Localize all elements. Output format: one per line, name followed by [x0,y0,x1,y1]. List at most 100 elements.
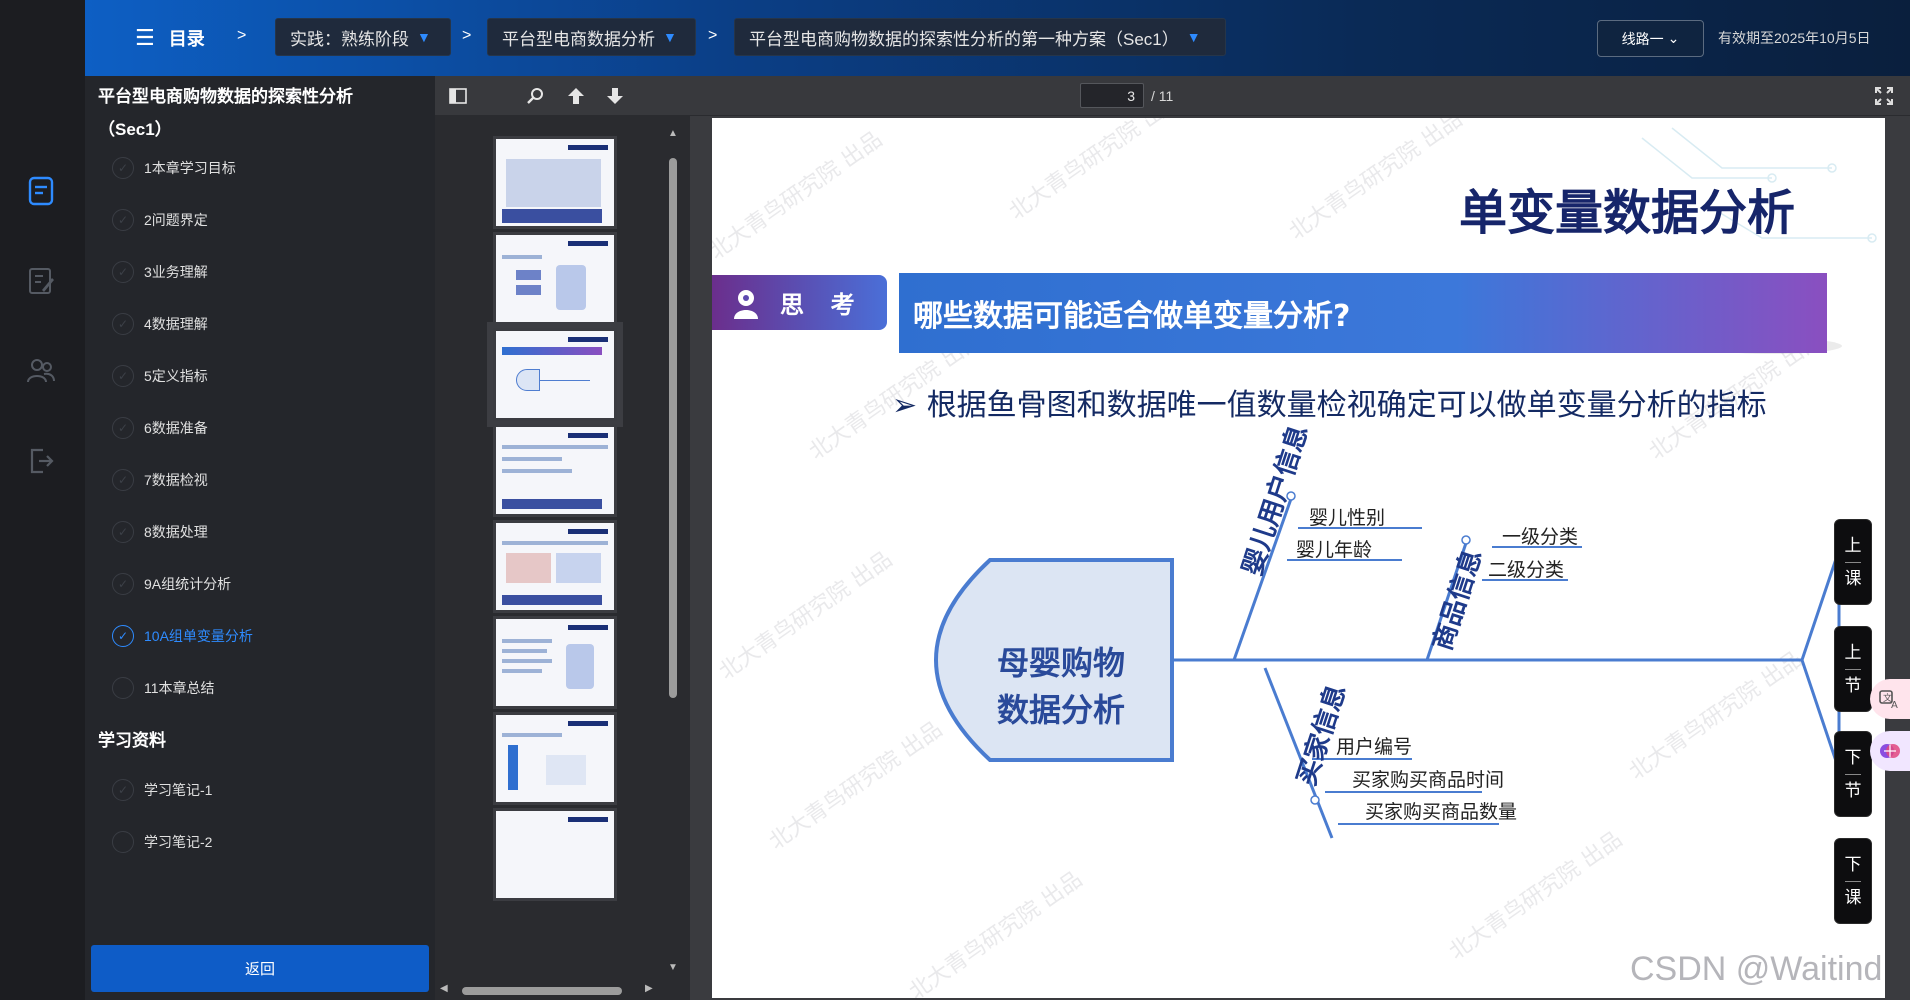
item-label: 婴儿性别 [1309,507,1386,529]
nav-text: 上 [1844,642,1862,662]
check-circle-icon: ✓ [112,313,134,335]
prev-lesson-button[interactable]: 上课 [1834,519,1872,605]
material-item[interactable]: 学习笔记-2 [112,827,212,857]
item-label: 婴儿年龄 [1296,539,1373,561]
nav-text: 下 [1844,854,1862,874]
previous-page-icon[interactable] [563,84,589,108]
material-label: 学习笔记-2 [144,834,213,850]
dropdown-caret-icon: ▼ [1186,29,1201,45]
thumbnail-hscrollbar[interactable]: ◀ ▶ [440,983,660,995]
item-label: 一级分类 [1502,526,1579,548]
expiry-text: 有效期至2025年10月5日 [1718,30,1871,46]
chapter-label: 1本章学习目标 [144,160,236,176]
check-circle-icon: ✓ [112,625,134,647]
chapter-label: 11本章总结 [144,680,215,696]
chapter-label: 3业务理解 [144,264,208,280]
chapter-item[interactable]: ✓ 4数据理解 [112,309,208,339]
breadcrumb-stage[interactable]: 实践：熟练阶段 ▼ [275,18,451,56]
next-section-button[interactable]: 下节 [1834,731,1872,817]
dropdown-caret-icon: ▼ [417,29,431,45]
chapter-item[interactable]: ✓ 2问题界定 [112,205,208,235]
thumbnail-scrollbar[interactable]: ▲ ▼ [668,128,678,988]
check-circle-icon: ✓ [112,779,134,801]
chapter-label: 7数据检视 [144,472,208,488]
catalog-label: 目录 [168,29,205,49]
page-thumbnail[interactable] [493,520,617,613]
page-thumbnail[interactable] [493,424,617,517]
hscrollbar-thumb[interactable] [462,987,622,995]
chapter-item[interactable]: ✓ 5定义指标 [112,361,208,391]
route-select-label: 线路一 [1621,30,1664,47]
user-group-icon[interactable] [26,356,56,386]
fullscreen-icon[interactable] [1874,86,1894,106]
prev-section-button[interactable]: 上节 [1834,626,1872,712]
exit-icon[interactable] [26,446,56,476]
chapter-label: 5定义指标 [144,368,208,384]
chapter-item[interactable]: ✓ 9A组统计分析 [112,569,231,599]
chevron-down-icon: ⌄ [1667,30,1680,46]
nav-text: 课 [1844,568,1862,588]
ai-assistant-icon[interactable] [1870,731,1910,771]
scroll-down-icon[interactable]: ▼ [668,962,678,973]
scroll-right-icon[interactable]: ▶ [645,983,653,994]
check-circle-icon: ✓ [112,521,134,543]
edit-notes-icon[interactable] [26,266,56,296]
check-circle-icon: ✓ [112,469,134,491]
material-item[interactable]: ✓ 学习笔记-1 [112,775,212,805]
page-total: / 11 [1151,88,1174,104]
next-page-icon[interactable] [602,84,628,108]
next-lesson-button[interactable]: 下课 [1834,838,1872,924]
materials-heading: 学习资料 [98,731,166,750]
breadcrumb-lesson-label: 平台型电商购物数据的探索性分析的第一种方案（Sec1） [749,29,1179,49]
page-thumbnail[interactable] [493,232,617,325]
scroll-up-icon[interactable]: ▲ [668,128,678,139]
breadcrumb-separator: > [708,27,718,44]
item-label: 用户编号 [1336,736,1413,758]
list-menu-icon: ☰ [135,25,155,50]
search-icon[interactable] [523,84,549,108]
thumbnail-panel [435,116,690,1000]
chapter-label: 9A组统计分析 [144,576,232,592]
page-thumbnail-active[interactable] [493,328,617,421]
breadcrumb-course-label: 平台型电商数据分析 [502,29,655,49]
empty-circle-icon [112,677,134,699]
page-thumbnail[interactable] [493,808,617,901]
scroll-left-icon[interactable]: ◀ [440,983,448,994]
page-number-input[interactable] [1080,83,1144,108]
breadcrumb-separator: > [237,27,247,44]
chapter-item[interactable]: ✓ 8数据处理 [112,517,208,547]
check-circle-icon: ✓ [112,573,134,595]
chapter-item[interactable]: ✓ 1本章学习目标 [112,153,236,183]
icon-rail [0,76,85,1000]
route-select[interactable]: 线路一 ⌄ [1597,20,1704,57]
sidebar-toggle-icon[interactable] [445,84,471,108]
catalog-toggle[interactable]: ☰ 目录 [135,25,205,51]
pdf-toolbar: / 11 [435,76,1910,116]
chapter-item[interactable]: ✓ 6数据准备 [112,413,208,443]
scrollbar-thumb[interactable] [669,158,677,698]
document-icon[interactable] [26,176,56,206]
check-circle-icon: ✓ [112,261,134,283]
nav-text: 节 [1844,780,1862,800]
page-thumbnail[interactable] [493,712,617,805]
page-thumbnail[interactable] [493,136,617,229]
item-label: 买家购买商品数量 [1365,801,1518,823]
check-circle-icon: ✓ [112,365,134,387]
chapter-label: 4数据理解 [144,316,208,332]
chapter-item[interactable]: 11本章总结 [112,673,215,703]
breadcrumb-lesson[interactable]: 平台型电商购物数据的探索性分析的第一种方案（Sec1） ▼ [734,18,1226,56]
chapter-item[interactable]: ✓ 7数据检视 [112,465,208,495]
back-button[interactable]: 返回 [91,945,429,992]
breadcrumb-course[interactable]: 平台型电商数据分析 ▼ [487,18,696,56]
breadcrumb-separator: > [462,27,472,44]
check-circle-icon: ✓ [112,417,134,439]
chapter-label: 10A组单变量分析 [144,628,253,644]
page-thumbnail[interactable] [493,616,617,709]
check-circle-icon: ✓ [112,209,134,231]
translate-icon[interactable]: 文A [1870,679,1910,719]
item-label: 二级分类 [1488,559,1565,581]
nav-text: 下 [1844,747,1862,767]
chapter-sidebar: 平台型电商购物数据的探索性分析（Sec1） ✓ 1本章学习目标 ✓ 2问题界定 ✓ 3… [85,76,435,1000]
chapter-item[interactable]: ✓ 3业务理解 [112,257,208,287]
chapter-item-active[interactable]: ✓ 10A组单变量分析 [112,621,253,651]
